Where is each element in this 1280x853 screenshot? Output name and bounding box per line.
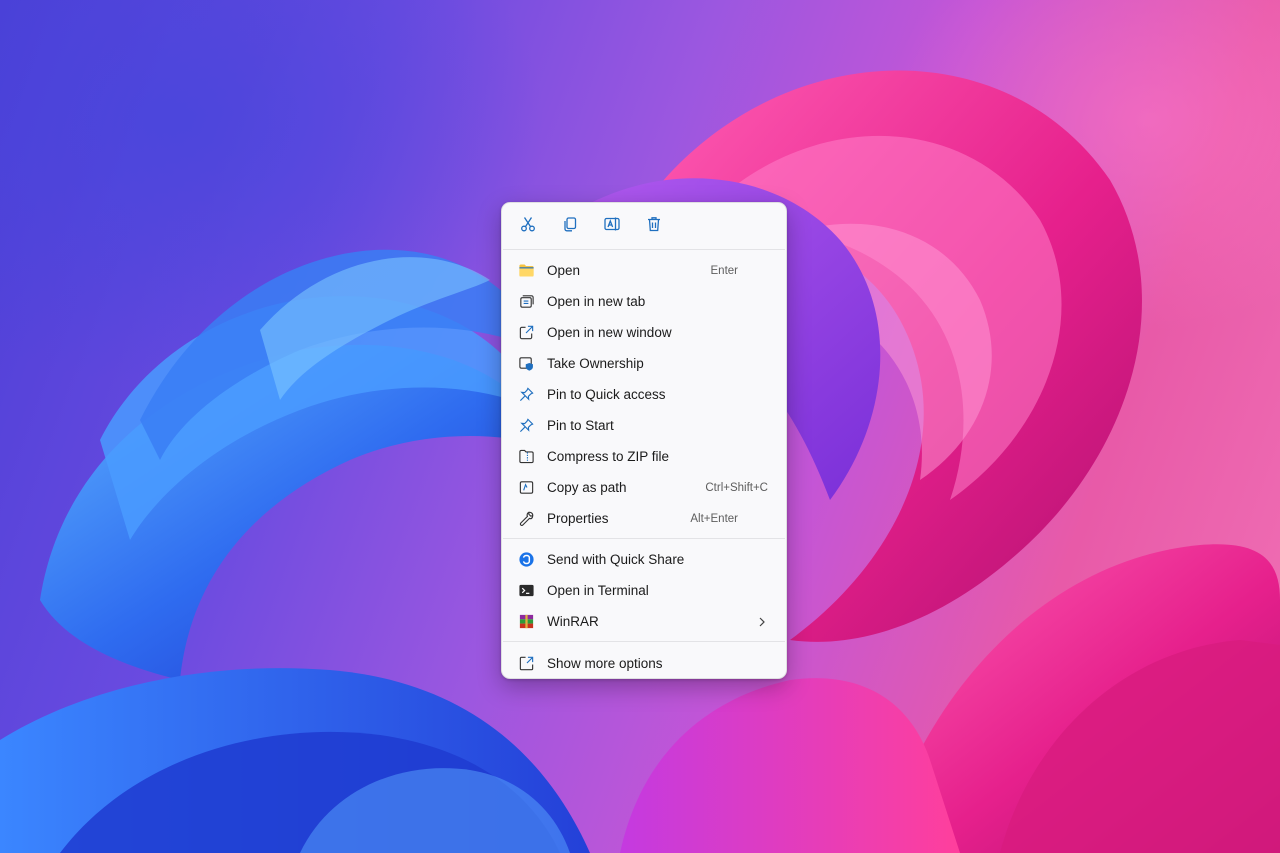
menu-item-label: Open in Terminal — [547, 583, 649, 598]
new-tab-icon — [517, 293, 535, 311]
context-menu: Open Enter Open in new tab Open in new w… — [501, 202, 787, 679]
terminal-icon — [517, 582, 535, 600]
scissors-icon — [519, 215, 537, 238]
rename-button[interactable] — [598, 212, 626, 240]
shortcut-text: Enter — [710, 264, 739, 277]
wrench-icon — [517, 510, 535, 528]
zip-folder-icon — [517, 448, 535, 466]
delete-button[interactable] — [640, 212, 668, 240]
menu-item-label: Properties — [547, 511, 609, 526]
primary-commands: Open Enter Open in new tab Open in new w… — [502, 250, 786, 538]
menu-item-label: Pin to Start — [547, 418, 614, 433]
shortcut-text: Alt+Enter — [690, 512, 738, 525]
menu-item-label: Copy as path — [547, 480, 627, 495]
more-options-section: Show more options — [502, 642, 786, 678]
menu-item-compress-to-zip[interactable]: Compress to ZIP file — [506, 441, 782, 472]
cut-button[interactable] — [514, 212, 542, 240]
copy-button[interactable] — [556, 212, 584, 240]
copy-path-icon — [517, 479, 535, 497]
menu-item-label: Send with Quick Share — [547, 552, 685, 567]
menu-item-label: Show more options — [547, 656, 663, 671]
menu-item-pin-to-quick-access[interactable]: Pin to Quick access — [506, 379, 782, 410]
menu-item-label: Open in new window — [547, 325, 672, 340]
extension-commands: Send with Quick Share Open in Terminal W… — [502, 539, 786, 641]
folder-icon — [517, 262, 535, 280]
quick-share-icon — [517, 551, 535, 569]
show-more-icon — [517, 655, 535, 673]
rename-icon — [603, 215, 621, 238]
menu-item-send-with-quick-share[interactable]: Send with Quick Share — [506, 544, 782, 575]
pin-icon — [517, 417, 535, 435]
trash-icon — [645, 215, 663, 238]
quick-actions-bar — [502, 203, 786, 249]
menu-item-show-more-options[interactable]: Show more options — [506, 648, 782, 678]
menu-item-label: Open in new tab — [547, 294, 646, 309]
menu-item-label: Pin to Quick access — [547, 387, 666, 402]
menu-item-properties[interactable]: Properties Alt+Enter — [506, 503, 782, 534]
menu-item-open-in-terminal[interactable]: Open in Terminal — [506, 575, 782, 606]
winrar-icon — [517, 613, 535, 631]
chevron-right-icon — [759, 617, 765, 626]
pin-icon — [517, 386, 535, 404]
menu-item-label: WinRAR — [547, 614, 599, 629]
shortcut-text: Ctrl+Shift+C — [705, 481, 768, 494]
menu-item-label: Compress to ZIP file — [547, 449, 670, 464]
copy-icon — [561, 215, 579, 238]
menu-item-label: Take Ownership — [547, 356, 644, 371]
ownership-shield-icon — [517, 355, 535, 373]
menu-item-open-in-new-window[interactable]: Open in new window — [506, 317, 782, 348]
menu-item-winrar[interactable]: WinRAR — [506, 606, 782, 637]
menu-item-pin-to-start[interactable]: Pin to Start — [506, 410, 782, 441]
menu-item-open[interactable]: Open Enter — [506, 255, 782, 286]
menu-item-open-in-new-tab[interactable]: Open in new tab — [506, 286, 782, 317]
menu-item-copy-as-path[interactable]: Copy as path Ctrl+Shift+C — [506, 472, 782, 503]
menu-item-take-ownership[interactable]: Take Ownership — [506, 348, 782, 379]
menu-item-label: Open — [547, 263, 581, 278]
new-window-icon — [517, 324, 535, 342]
desktop: Open Enter Open in new tab Open in new w… — [0, 0, 1280, 853]
